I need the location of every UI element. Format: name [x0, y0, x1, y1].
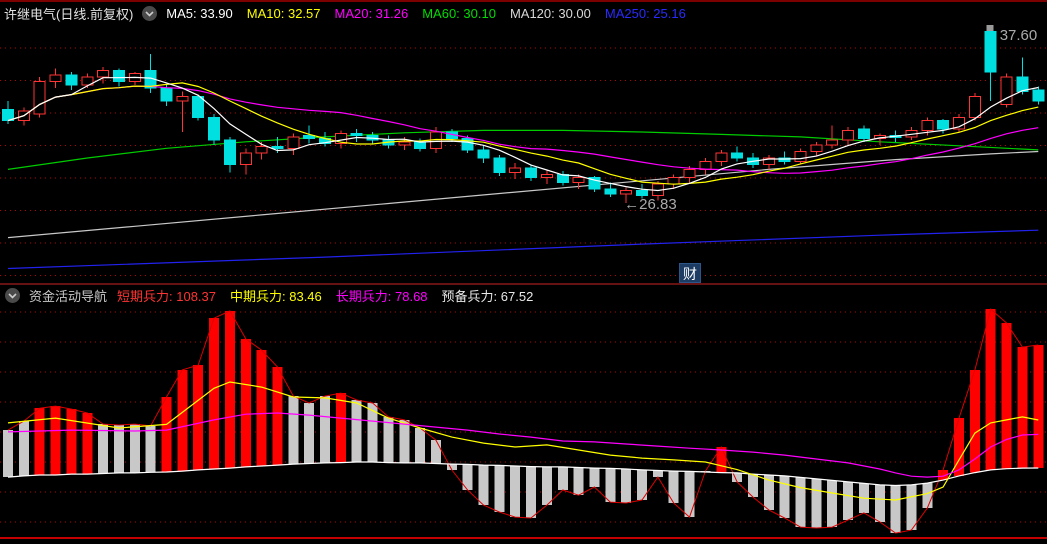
mid-term-legend: 中期兵力: 83.46: [230, 289, 322, 304]
svg-text:←26.83: ←26.83: [624, 196, 677, 213]
ma120-legend: MA120: 30.00: [509, 5, 591, 21]
main-chart-header: 许继电气(日线.前复权) MA5: 33.90 MA10: 32.57 MA20…: [0, 2, 1047, 24]
ma10-legend: MA10: 32.57: [246, 5, 321, 21]
chevron-down-icon[interactable]: [142, 5, 158, 21]
short-term-legend: 短期兵力: 108.37: [117, 289, 217, 304]
ma20-legend: MA20: 31.26: [334, 5, 409, 21]
long-term-legend: 长期兵力: 78.68: [335, 289, 428, 304]
indicator-title: 资金活动导航: [29, 289, 108, 304]
ma250-legend: MA250: 25.16: [604, 5, 686, 21]
watermark-cai: 财: [679, 263, 701, 283]
sub-chart-header: 资金活动导航 短期兵力: 108.37 中期兵力: 83.46 长期兵力: 78…: [0, 285, 1047, 306]
stock-title: 许继电气(日线.前复权): [4, 6, 134, 22]
window-bottom-line: [0, 537, 1047, 539]
reserve-legend: 预备兵力: 67.52: [441, 289, 534, 304]
ma5-legend: MA5: 33.90: [166, 5, 233, 21]
chevron-down-icon-sub[interactable]: [5, 288, 20, 303]
tdx-screen: 许继电气(日线.前复权) MA5: 33.90 MA10: 32.57 MA20…: [0, 0, 1047, 544]
svg-text:37.60: 37.60: [1000, 27, 1038, 44]
candlestick-chart[interactable]: 37.60 ←26.83: [0, 24, 1047, 283]
ma60-legend: MA60: 30.10: [422, 5, 496, 21]
indicator-chart[interactable]: [0, 306, 1047, 537]
